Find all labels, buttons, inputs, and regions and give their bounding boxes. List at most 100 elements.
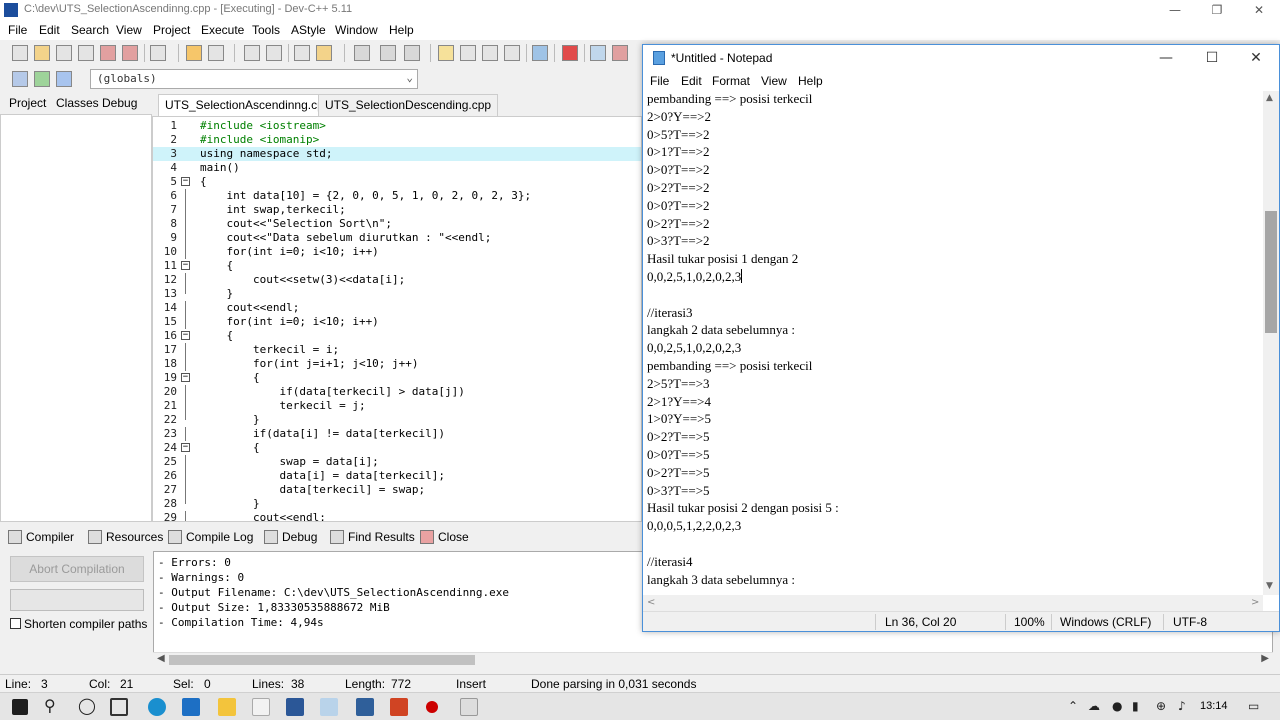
save-all-icon[interactable]: [78, 45, 94, 61]
code-line[interactable]: 20 if(data[terkecil] > data[j]): [153, 385, 641, 399]
tab-descending-file[interactable]: UTS_SelectionDescending.cpp: [318, 94, 499, 116]
code-line[interactable]: 26 data[i] = data[terkecil];: [153, 469, 641, 483]
menu-edit[interactable]: Edit: [39, 23, 60, 37]
grid-icon[interactable]: [504, 45, 520, 61]
scroll-down-icon[interactable]: ▼: [1266, 581, 1273, 591]
tab-close[interactable]: Close: [420, 530, 469, 544]
np-menu-help[interactable]: Help: [798, 74, 823, 88]
bookmark-icon[interactable]: [316, 45, 332, 61]
maximize-button[interactable]: ❐: [1194, 0, 1240, 20]
abort-compilation-button[interactable]: Abort Compilation: [10, 556, 144, 582]
code-line[interactable]: 29 cout<<endl;: [153, 511, 641, 521]
notepad-vertical-scrollbar[interactable]: ▲ ▼: [1263, 91, 1279, 595]
tab-ascending-file[interactable]: UTS_SelectionAscendinng.cpp: [158, 94, 338, 116]
code-line[interactable]: 11− {: [153, 259, 641, 273]
code-line[interactable]: 17 terkecil = i;: [153, 343, 641, 357]
checkbox-box[interactable]: [10, 618, 21, 629]
toggle-comment-icon[interactable]: [404, 45, 420, 61]
redo-icon[interactable]: [208, 45, 224, 61]
close-file-icon[interactable]: [100, 45, 116, 61]
code-line[interactable]: 23 if(data[i] != data[terkecil]): [153, 427, 641, 441]
np-menu-view[interactable]: View: [761, 74, 787, 88]
code-line[interactable]: 5− {: [153, 175, 641, 189]
tab-classes[interactable]: Classes: [56, 96, 99, 110]
close-all-icon[interactable]: [122, 45, 138, 61]
shorten-paths-checkbox[interactable]: Shorten compiler paths: [10, 617, 147, 631]
code-line[interactable]: 6 int data[10] = {2, 0, 0, 5, 1, 0, 2, 0…: [153, 189, 641, 203]
menu-project[interactable]: Project: [153, 23, 190, 37]
scrollbar-thumb[interactable]: [169, 655, 475, 665]
scroll-right-icon[interactable]: ▶: [1261, 653, 1269, 664]
code-line[interactable]: 3 using namespace std;: [153, 147, 641, 161]
scope-select[interactable]: (globals) ⌄: [90, 69, 418, 89]
code-line[interactable]: 10 for(int i=0; i<10; i++): [153, 245, 641, 259]
notepad-text-area[interactable]: pembanding ==> posisi terkecil 2>0?Y==>2 0…: [643, 91, 1263, 595]
taskbar-clock[interactable]: 13:14: [1200, 700, 1228, 712]
project-browser[interactable]: [0, 114, 152, 522]
tab-debug[interactable]: Debug: [102, 96, 137, 110]
np-menu-edit[interactable]: Edit: [681, 74, 702, 88]
tab-find-results[interactable]: Find Results: [330, 530, 415, 544]
tab-compile-log[interactable]: Compile Log: [168, 530, 253, 544]
code-line[interactable]: 13 }: [153, 287, 641, 301]
log-horizontal-scrollbar[interactable]: ◀ ▶: [153, 652, 1273, 667]
menu-help[interactable]: Help: [389, 23, 414, 37]
stop-execution-icon[interactable]: [562, 45, 578, 61]
task-view-icon[interactable]: [110, 698, 128, 716]
notepad-minimize-button[interactable]: —: [1143, 45, 1189, 71]
notifications-icon[interactable]: ▭: [1248, 699, 1259, 713]
code-line[interactable]: 27 data[terkecil] = swap;: [153, 483, 641, 497]
delete-profile-icon[interactable]: [612, 45, 628, 61]
close-button[interactable]: ✕: [1236, 0, 1280, 20]
record-icon[interactable]: [426, 701, 438, 713]
scroll-up-icon[interactable]: ▲: [1266, 93, 1273, 103]
windows-start-icon[interactable]: [12, 699, 28, 715]
microphone-icon[interactable]: ●: [1112, 699, 1122, 713]
undo-icon[interactable]: [186, 45, 202, 61]
mail-icon[interactable]: [182, 698, 200, 716]
scroll-left-icon[interactable]: ◀: [157, 653, 165, 664]
indent-right-icon[interactable]: [380, 45, 396, 61]
edge-icon[interactable]: [148, 698, 166, 716]
code-line[interactable]: 28 }: [153, 497, 641, 511]
powerpoint-icon[interactable]: [390, 698, 408, 716]
notepad-taskbar-icon[interactable]: [320, 698, 338, 716]
fold-toggle-icon[interactable]: −: [181, 331, 190, 340]
fold-toggle-icon[interactable]: −: [181, 177, 190, 186]
battery-icon[interactable]: ▮: [1132, 699, 1139, 713]
menu-tools[interactable]: Tools: [252, 23, 280, 37]
code-line[interactable]: 9 cout<<"Data sebelum diurutkan : "<<end…: [153, 231, 641, 245]
code-line[interactable]: 12 cout<<setw(3)<<data[i];: [153, 273, 641, 287]
np-menu-format[interactable]: Format: [712, 74, 750, 88]
fold-toggle-icon[interactable]: −: [181, 261, 190, 270]
word-icon[interactable]: [286, 698, 304, 716]
fold-toggle-icon[interactable]: −: [181, 443, 190, 452]
layout-icon[interactable]: [482, 45, 498, 61]
scrollbar-thumb[interactable]: [1265, 211, 1277, 333]
code-line[interactable]: 21 terkecil = j;: [153, 399, 641, 413]
scroll-right-icon[interactable]: >: [1251, 597, 1259, 608]
notepad-horizontal-scrollbar[interactable]: < >: [643, 595, 1263, 611]
code-line[interactable]: 18 for(int j=i+1; j<10; j++): [153, 357, 641, 371]
find-icon[interactable]: [244, 45, 260, 61]
menu-window[interactable]: Window: [335, 23, 378, 37]
notepad-close-button[interactable]: ✕: [1233, 45, 1279, 71]
menu-astyle[interactable]: AStyle: [291, 23, 326, 37]
file-explorer-icon[interactable]: [218, 698, 236, 716]
menu-execute[interactable]: Execute: [201, 23, 244, 37]
compile-run-icon[interactable]: [56, 71, 72, 87]
search-icon[interactable]: ⚲: [44, 696, 56, 715]
save-icon[interactable]: [56, 45, 72, 61]
new-file-icon[interactable]: [12, 45, 28, 61]
code-line[interactable]: 14 cout<<endl;: [153, 301, 641, 315]
new-project-icon[interactable]: [438, 45, 454, 61]
window-icon[interactable]: [460, 698, 478, 716]
store-icon[interactable]: [252, 698, 270, 716]
compile-icon[interactable]: [12, 71, 28, 87]
np-menu-file[interactable]: File: [650, 74, 669, 88]
tab-debug-bottom[interactable]: Debug: [264, 530, 317, 544]
code-line[interactable]: 16− {: [153, 329, 641, 343]
goto-line-icon[interactable]: [294, 45, 310, 61]
open-project-icon[interactable]: [460, 45, 476, 61]
code-line[interactable]: 25 swap = data[i];: [153, 455, 641, 469]
